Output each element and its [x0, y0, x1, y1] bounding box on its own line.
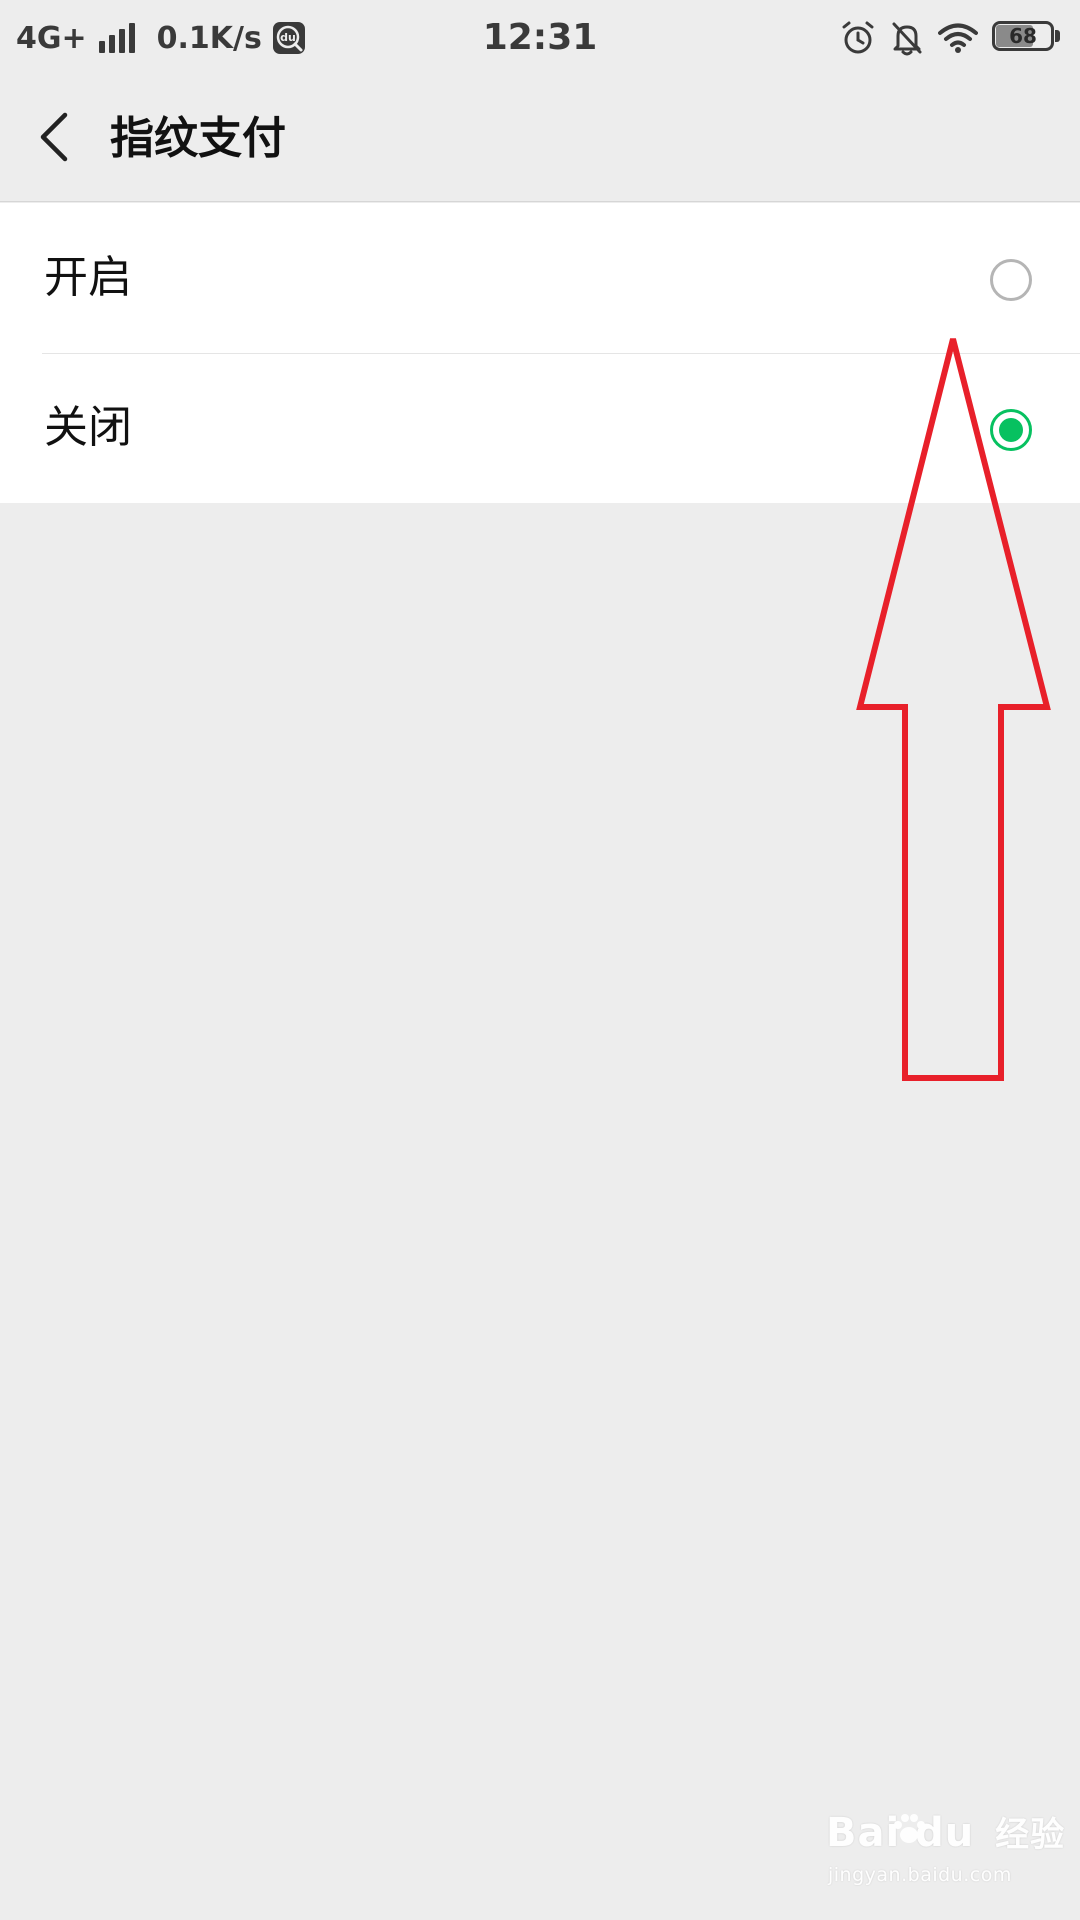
radio-unchecked-icon[interactable]: [990, 259, 1032, 301]
bell-off-icon: [890, 20, 924, 56]
battery-icon: 68: [992, 21, 1062, 55]
status-bar: 4G+ 0.1K/s du 12:31 68: [0, 0, 1080, 76]
option-enable[interactable]: 开启: [0, 203, 1080, 353]
radio-checked-icon[interactable]: [990, 409, 1032, 451]
battery-cap: [1055, 30, 1060, 42]
battery-level: 68: [1009, 24, 1037, 48]
page-title: 指纹支付: [110, 113, 286, 164]
back-button[interactable]: [24, 102, 84, 172]
options-list: 开启 关闭: [0, 203, 1080, 503]
option-disable[interactable]: 关闭: [0, 353, 1080, 503]
option-label-enable: 开启: [44, 252, 132, 303]
watermark-logo-suffix: 经验: [995, 1815, 1066, 1855]
radio-dot: [999, 418, 1023, 442]
watermark-url: jingyan.baidu.com: [828, 1864, 1012, 1886]
wifi-icon: [938, 22, 978, 54]
navigation-bar: 指纹支付: [0, 76, 1080, 202]
status-bar-right: 68: [840, 16, 1062, 60]
watermark-logo: Bai du 经验: [826, 1806, 1065, 1862]
back-chevron-icon: [40, 112, 68, 162]
option-label-disable: 关闭: [44, 402, 132, 453]
baidu-jingyan-watermark: Bai du 经验 jingyan.baidu.com: [826, 1806, 1064, 1906]
alarm-icon: [840, 20, 876, 56]
baidu-paw-icon: [894, 1814, 925, 1843]
